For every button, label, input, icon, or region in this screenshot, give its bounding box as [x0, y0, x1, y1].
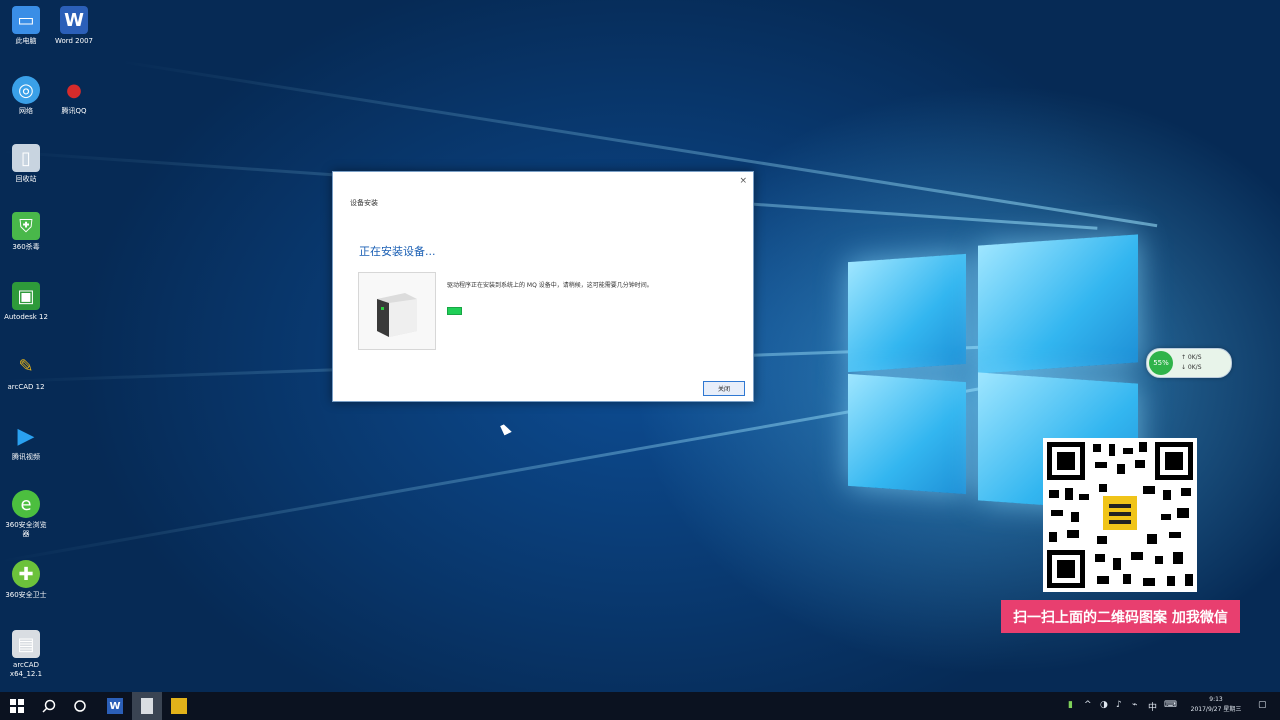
mouse-cursor	[500, 422, 512, 436]
desktop-icon-arccad[interactable]: ✎ arcCAD 12	[4, 352, 48, 392]
desktop-icon-installer[interactable]: ▤ arcCAD x64_12.1	[4, 630, 48, 679]
qq-icon: ●	[66, 79, 82, 101]
word-icon: W	[107, 698, 123, 714]
desktop-icon-qq[interactable]: ● 腾讯QQ	[52, 76, 96, 116]
recycle-bin-icon: ▯	[12, 144, 40, 172]
guard-icon: ✚	[12, 560, 40, 588]
download-speed: ↓ 0K/S	[1181, 364, 1202, 371]
tray-app-icon[interactable]: ◑	[1100, 700, 1108, 710]
qr-code	[1043, 438, 1197, 592]
desktop-icon-360-browser[interactable]: e 360安全浏览器	[4, 490, 48, 539]
browser-icon: e	[12, 490, 40, 518]
cad-icon	[171, 698, 187, 714]
dialog-title: 设备安装	[350, 199, 378, 207]
close-icon[interactable]: ×	[739, 176, 747, 186]
desktop-icon-tencent-video[interactable]: ▶ 腾讯视频	[4, 422, 48, 462]
network-tray-icon[interactable]: ⌁	[1132, 700, 1137, 710]
network-speed-widget[interactable]: 55% ↑ 0K/S ↓ 0K/S	[1146, 348, 1232, 378]
upload-speed: ↑ 0K/S	[1181, 354, 1202, 361]
device-image	[358, 272, 436, 350]
cad-icon: ✎	[18, 355, 34, 377]
desktop-icon-network[interactable]: ◎ 网络	[4, 76, 48, 116]
video-player-icon: ▶	[17, 423, 35, 449]
network-usage-badge: 55%	[1149, 351, 1173, 375]
taskbar-app-cad[interactable]	[164, 692, 194, 720]
desktop-icon-computer[interactable]: ▭ 此电脑	[4, 6, 48, 46]
device-install-dialog: 设备安装 × 正在安装设备... 驱动程序正在安装到系统上的 MQ 设备中，请稍…	[332, 171, 754, 402]
desktop-icon-360-guard[interactable]: ✚ 360安全卫士	[4, 560, 48, 600]
desktop-icon-autodesk[interactable]: ▣ Autodesk 12	[4, 282, 48, 322]
install-message: 驱动程序正在安装到系统上的 MQ 设备中，请稍候，这可能需要几分钟时间。	[447, 282, 653, 289]
desktop-icon-360-antivirus[interactable]: ⛨ 360杀毒	[4, 212, 48, 252]
desktop-icon-word[interactable]: W Word 2007	[52, 6, 96, 46]
taskbar: W ▮ ^ ◑ ♪ ⌁ 中 ⌨ 9:13 2017/9/27 星期三 ▢	[0, 692, 1280, 720]
task-view-icon[interactable]	[64, 692, 96, 720]
ime-icon[interactable]: 中	[1148, 700, 1157, 713]
clock-date: 2017/9/27 星期三	[1190, 706, 1242, 713]
network-icon: ◎	[12, 76, 40, 104]
battery-icon[interactable]: ▮	[1068, 700, 1073, 710]
device-icon	[377, 293, 417, 337]
windows-start-icon[interactable]	[0, 692, 34, 720]
keyboard-icon[interactable]: ⌨	[1164, 700, 1177, 710]
taskbar-app-word[interactable]: W	[100, 692, 130, 720]
install-status-heading: 正在安装设备...	[359, 245, 436, 258]
word-icon: W	[60, 6, 88, 34]
install-progress-bar	[447, 307, 462, 315]
chevron-up-icon[interactable]: ^	[1084, 700, 1092, 710]
close-button[interactable]: 关闭	[703, 381, 745, 396]
desktop[interactable]: ▭ 此电脑 W Word 2007 ◎ 网络 ● 腾讯QQ ▯ 回收站 ⛨ 36…	[0, 0, 1280, 692]
installer-icon	[141, 698, 153, 714]
taskbar-app-installer[interactable]	[132, 692, 162, 720]
promo-banner: 扫一扫上面的二维码图案 加我微信	[1001, 600, 1240, 633]
notification-center-icon[interactable]: ▢	[1258, 700, 1267, 710]
speaker-icon[interactable]: ♪	[1116, 700, 1122, 710]
computer-icon: ▭	[12, 6, 40, 34]
autodesk-icon: ▣	[12, 282, 40, 310]
clock[interactable]: 9:13 2017/9/27 星期三	[1186, 695, 1246, 715]
shield-icon: ⛨	[12, 212, 40, 240]
installer-icon: ▤	[12, 630, 40, 658]
search-icon[interactable]	[34, 692, 64, 720]
clock-time: 9:13	[1209, 696, 1223, 703]
desktop-icon-recycle-bin[interactable]: ▯ 回收站	[4, 144, 48, 184]
